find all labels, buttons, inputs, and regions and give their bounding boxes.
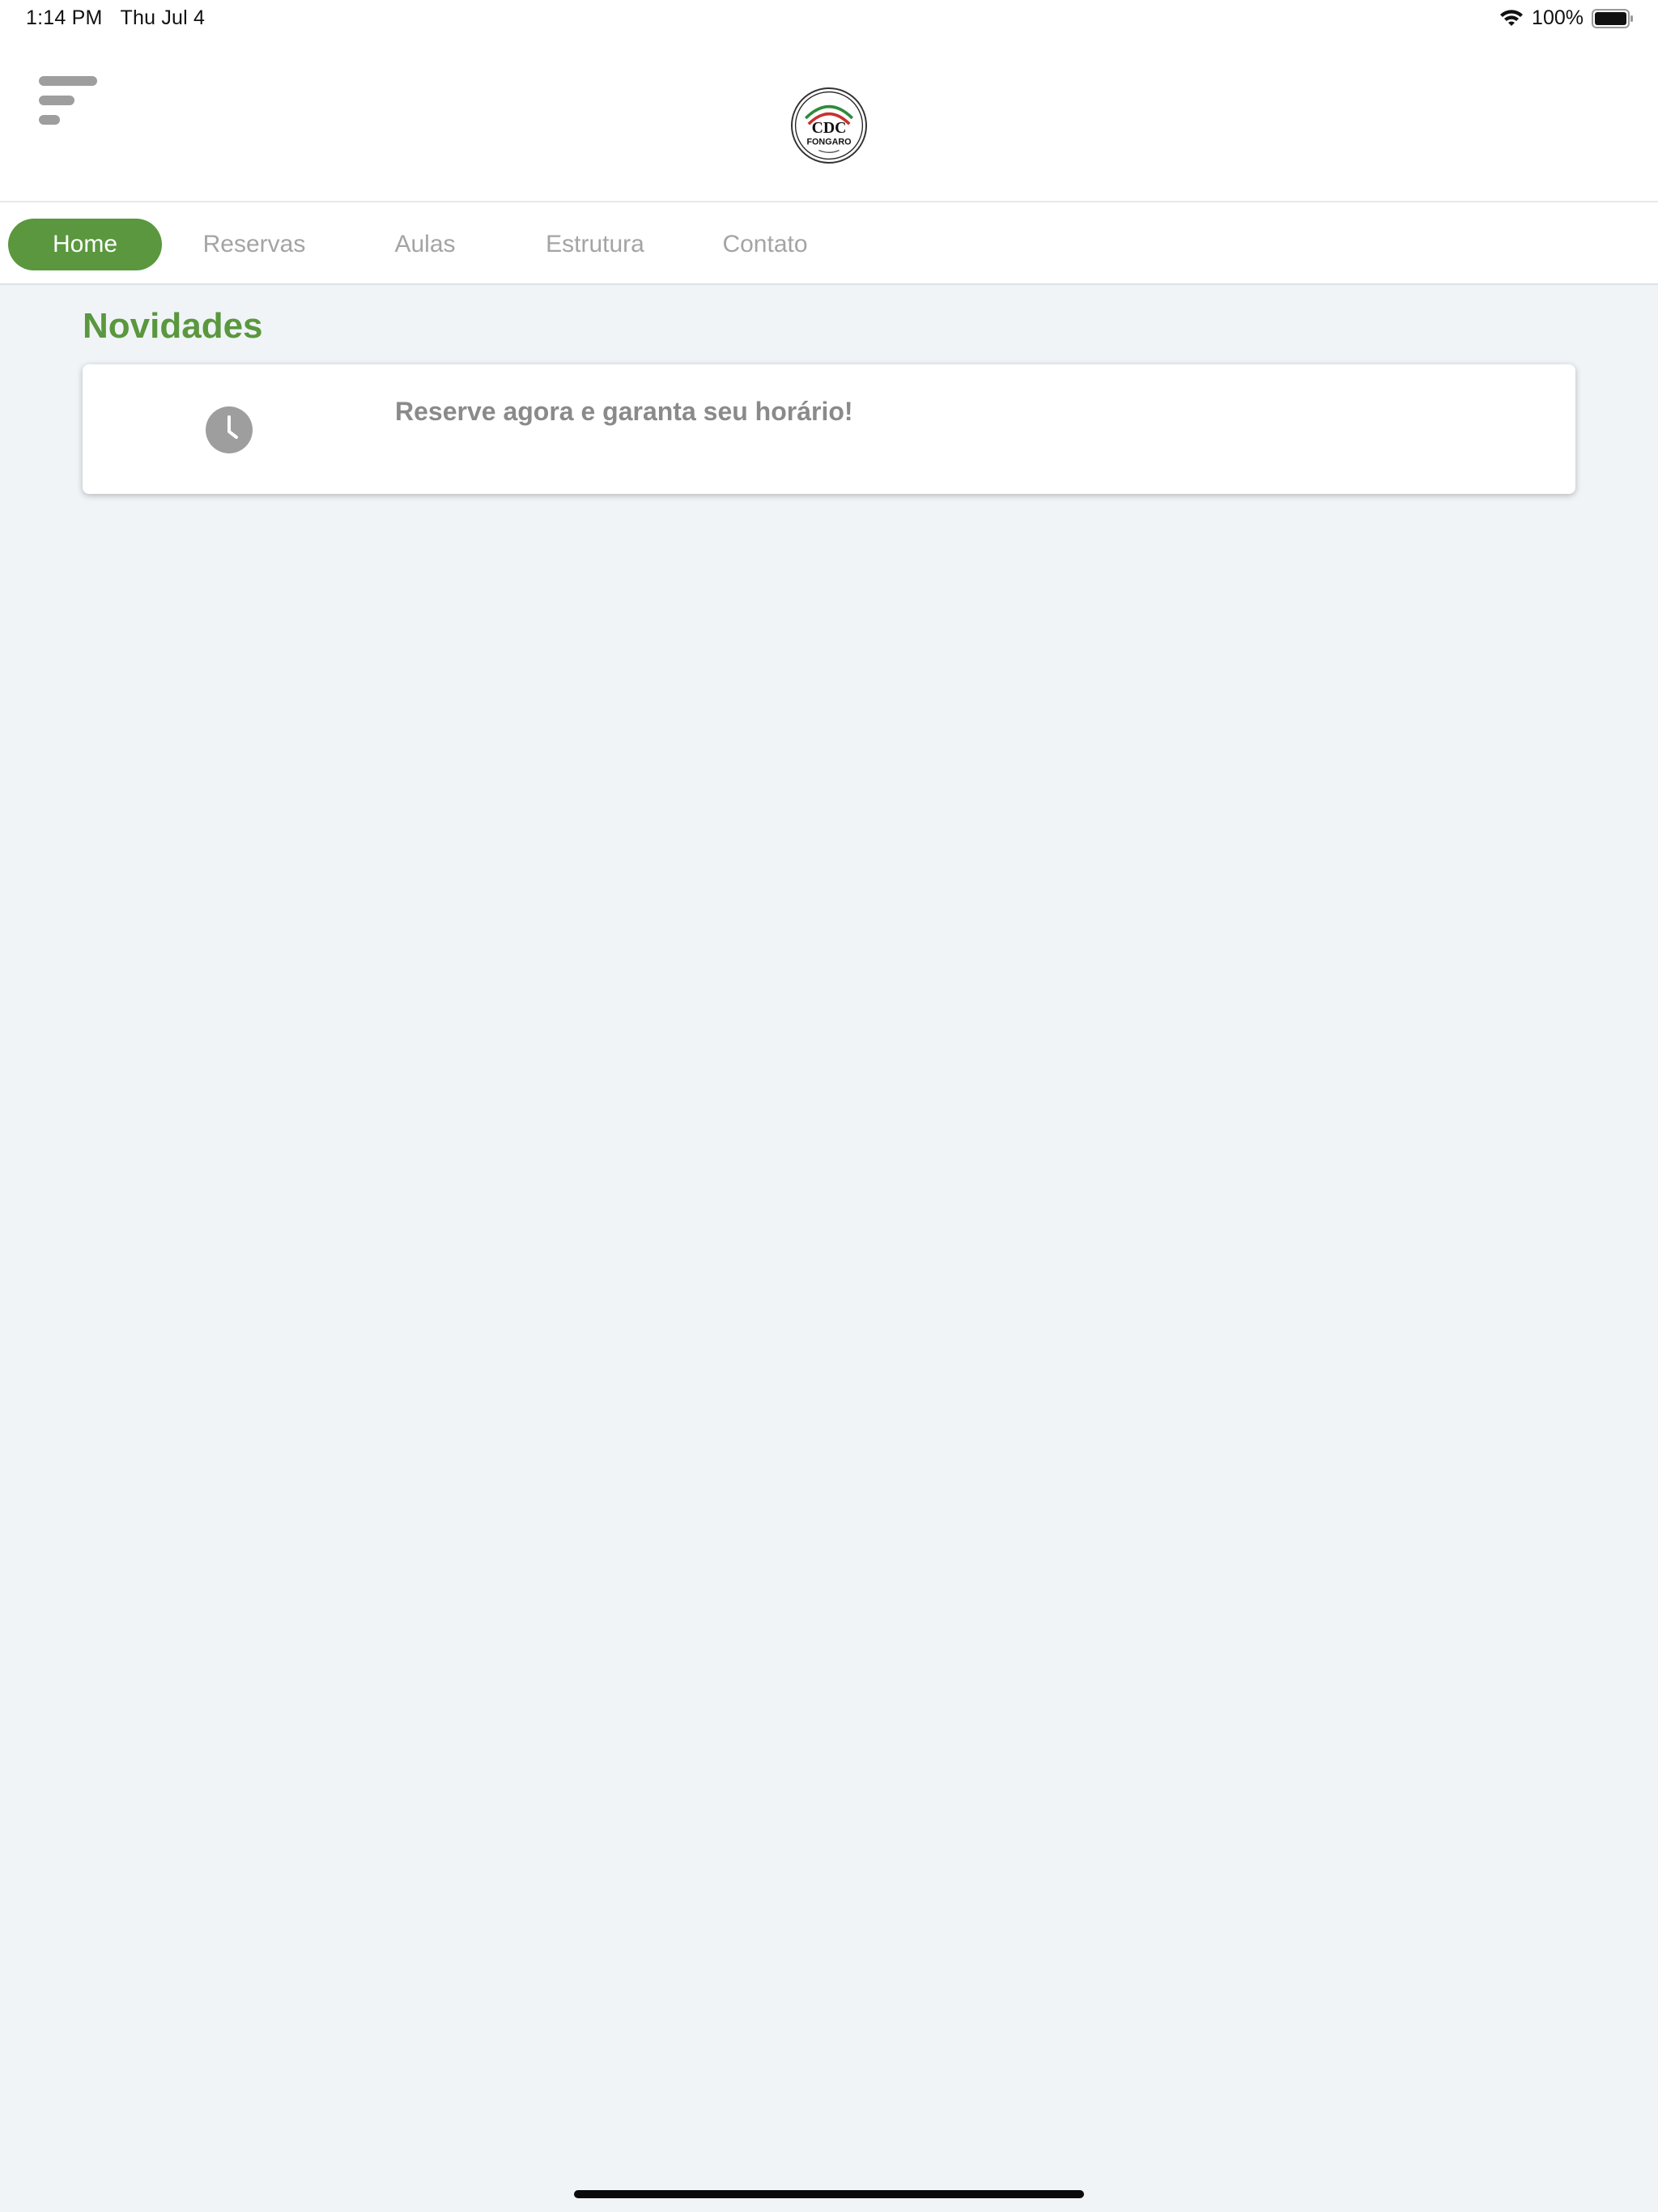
- wifi-icon: [1499, 9, 1524, 28]
- status-time: 1:14 PM: [26, 6, 103, 29]
- tab-home[interactable]: Home: [8, 219, 162, 270]
- tab-contato[interactable]: Contato: [688, 219, 842, 270]
- news-card[interactable]: Reserve agora e garanta seu horário!: [83, 364, 1575, 494]
- menu-line-3: [39, 115, 60, 125]
- menu-line-1: [39, 76, 97, 86]
- status-right: 100%: [1499, 6, 1634, 30]
- tab-aulas[interactable]: Aulas: [356, 219, 494, 270]
- menu-icon[interactable]: [39, 76, 97, 130]
- club-logo: CDC FONGARO: [791, 87, 867, 164]
- clock-icon: [206, 406, 253, 453]
- logo-monogram: CDC: [812, 119, 847, 137]
- battery-percent: 100%: [1532, 6, 1584, 29]
- status-bar: 1:14 PM Thu Jul 4 100%: [0, 0, 1658, 39]
- battery-icon: [1592, 8, 1634, 29]
- tab-reservas[interactable]: Reservas: [181, 219, 327, 270]
- club-logo-graphic: CDC FONGARO: [794, 91, 864, 160]
- news-item-text: Reserve agora e garanta seu horário!: [395, 397, 853, 426]
- status-left: 1:14 PM Thu Jul 4: [26, 6, 205, 30]
- tab-estrutura[interactable]: Estrutura: [518, 219, 672, 270]
- menu-line-2: [39, 96, 74, 105]
- logo-text: FONGARO: [806, 137, 851, 147]
- app-header: CDC FONGARO: [0, 39, 1658, 202]
- tab-bar: Home Reservas Aulas Estrutura Contato: [0, 202, 1658, 285]
- section-title-novidades: Novidades: [83, 306, 263, 346]
- status-date: Thu Jul 4: [120, 6, 206, 29]
- home-indicator: [574, 2190, 1084, 2198]
